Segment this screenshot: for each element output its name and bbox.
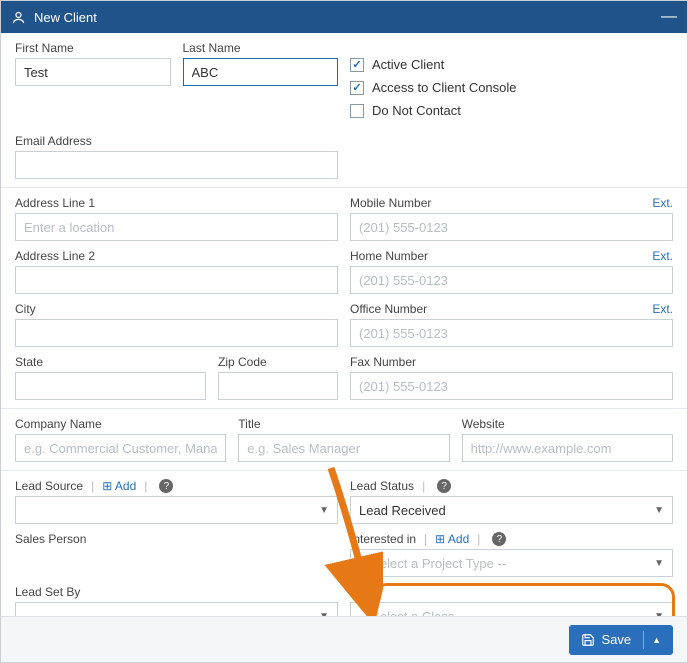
company-label: Company Name xyxy=(15,417,226,431)
chevron-down-icon: ▼ xyxy=(654,505,664,516)
chevron-down-icon: ▼ xyxy=(319,505,329,516)
website-input[interactable] xyxy=(462,434,673,462)
lead-set-by-select[interactable]: ▼ xyxy=(15,602,338,616)
lead-source-add[interactable]: Add xyxy=(102,479,136,493)
office-ext-link[interactable]: Ext. xyxy=(652,302,673,319)
lead-status-select[interactable]: Lead Received ▼ xyxy=(350,496,673,524)
window-title: New Client xyxy=(34,10,661,25)
first-name-label: First Name xyxy=(15,41,171,55)
city-input[interactable] xyxy=(15,319,338,347)
fax-label: Fax Number xyxy=(350,355,673,369)
email-label: Email Address xyxy=(15,134,338,148)
company-input[interactable] xyxy=(15,434,226,462)
title-label: Title xyxy=(238,417,449,431)
email-input[interactable] xyxy=(15,151,338,179)
active-client-checkbox[interactable] xyxy=(350,58,364,72)
fax-input[interactable] xyxy=(350,372,673,400)
mobile-label: Mobile Number xyxy=(350,196,431,210)
address1-input[interactable] xyxy=(15,213,338,241)
footer: Save ▲ xyxy=(1,616,687,662)
lead-set-by-label: Lead Set By xyxy=(15,585,338,599)
office-input[interactable] xyxy=(350,319,673,347)
person-icon xyxy=(11,10,26,25)
help-icon[interactable]: ? xyxy=(159,479,173,493)
office-label: Office Number xyxy=(350,302,427,316)
state-input[interactable] xyxy=(15,372,206,400)
minimize-button[interactable]: — xyxy=(661,8,677,26)
sales-person-label: Sales Person xyxy=(15,532,338,546)
address2-input[interactable] xyxy=(15,266,338,294)
lead-status-value: Lead Received xyxy=(359,503,446,518)
save-label: Save xyxy=(601,632,631,647)
save-button[interactable]: Save ▲ xyxy=(569,625,673,655)
interested-in-label: Interested in xyxy=(350,532,416,546)
home-label: Home Number xyxy=(350,249,428,263)
help-icon[interactable]: ? xyxy=(492,532,506,546)
city-label: City xyxy=(15,302,338,316)
first-name-input[interactable] xyxy=(15,58,171,86)
lead-status-label: Lead Status xyxy=(350,479,414,493)
class-label: Class xyxy=(350,585,673,599)
do-not-contact-label: Do Not Contact xyxy=(372,103,461,118)
access-console-checkbox[interactable] xyxy=(350,81,364,95)
address1-label: Address Line 1 xyxy=(15,196,338,210)
do-not-contact-checkbox[interactable] xyxy=(350,104,364,118)
address2-label: Address Line 2 xyxy=(15,249,338,263)
home-input[interactable] xyxy=(350,266,673,294)
zip-label: Zip Code xyxy=(218,355,338,369)
interested-in-add[interactable]: Add xyxy=(435,532,469,546)
lead-source-select[interactable]: ▼ xyxy=(15,496,338,524)
new-client-dialog: New Client — First Name Last Name Active… xyxy=(0,0,688,663)
mobile-ext-link[interactable]: Ext. xyxy=(652,196,673,213)
last-name-input[interactable] xyxy=(183,58,339,86)
access-console-label: Access to Client Console xyxy=(372,80,517,95)
state-label: State xyxy=(15,355,206,369)
chevron-up-icon: ▲ xyxy=(652,635,661,645)
chevron-down-icon: ▼ xyxy=(654,558,664,569)
class-select[interactable]: -- Select a Class --▼ xyxy=(350,602,673,616)
home-ext-link[interactable]: Ext. xyxy=(652,249,673,266)
active-client-label: Active Client xyxy=(372,57,444,72)
chevron-down-icon: ▼ xyxy=(319,611,329,617)
lead-source-label: Lead Source xyxy=(15,479,83,493)
titlebar: New Client — xyxy=(1,1,687,33)
title-input[interactable] xyxy=(238,434,449,462)
save-icon xyxy=(581,633,595,647)
website-label: Website xyxy=(462,417,673,431)
form-area: First Name Last Name Active Client Acces… xyxy=(1,33,687,616)
help-icon[interactable]: ? xyxy=(437,479,451,493)
last-name-label: Last Name xyxy=(183,41,339,55)
interested-in-select[interactable]: -- Select a Project Type --▼ xyxy=(350,549,673,577)
mobile-input[interactable] xyxy=(350,213,673,241)
zip-input[interactable] xyxy=(218,372,338,400)
chevron-down-icon: ▼ xyxy=(654,611,664,617)
